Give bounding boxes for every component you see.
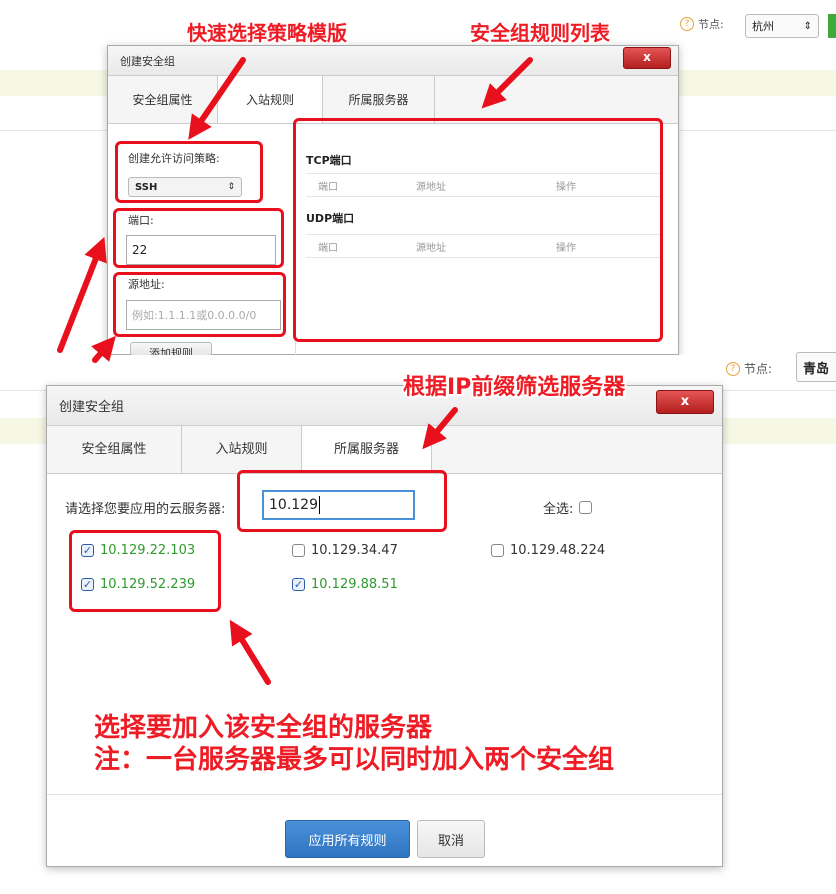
arrow-to-ip-filter: [422, 407, 458, 450]
annotation-ip-filter: 根据IP前缀筛选服务器: [403, 375, 626, 400]
annotation-rule-list: 安全组规则列表: [470, 21, 610, 45]
arrow-to-rule-list: [481, 57, 533, 109]
arrow-to-policy: [188, 57, 246, 140]
arrow-to-port: [57, 236, 107, 353]
arrow-to-source: [91, 335, 116, 363]
arrow-to-servers: [229, 619, 271, 685]
annotation-choose-servers: 选择要加入该安全组的服务器: [94, 713, 433, 743]
annotation-quick-template: 快速选择策略模版: [187, 21, 347, 45]
annotation-note: 注：一台服务器最多可以同时加入两个安全组: [94, 745, 615, 775]
